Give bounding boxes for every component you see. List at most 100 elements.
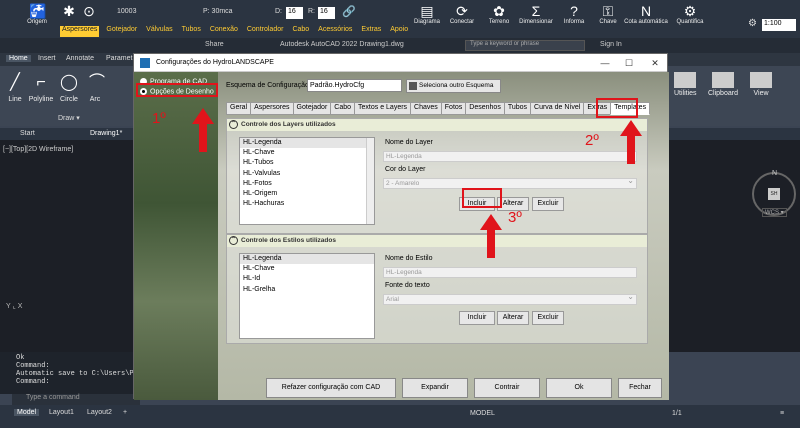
- style-name-field[interactable]: HL-Legenda: [383, 267, 637, 278]
- excluir-layer-button[interactable]: Excluir: [532, 197, 564, 211]
- cota-automatica-button[interactable]: N Cota automática: [624, 3, 668, 25]
- plugin-tab-aspersores[interactable]: Aspersores: [60, 26, 100, 37]
- search-input[interactable]: Type a keyword or phrase: [465, 40, 585, 51]
- tab-textos-layers[interactable]: Textos e Layers: [354, 102, 412, 115]
- tab-start[interactable]: Start: [20, 130, 35, 137]
- dimensionar-button[interactable]: Σ Dimensionar: [518, 3, 554, 25]
- viewcube-face[interactable]: SH: [768, 188, 780, 200]
- list-item[interactable]: HL-Grelha: [240, 285, 374, 295]
- tab-geral[interactable]: Geral: [226, 102, 252, 115]
- annotation-scale[interactable]: 1/1: [672, 410, 682, 417]
- tab-desenhos[interactable]: Desenhos: [465, 102, 505, 115]
- conectar-button[interactable]: ⟳ Conectar: [447, 3, 477, 25]
- tab-layout2[interactable]: Layout2: [84, 409, 115, 416]
- alterar-style-button[interactable]: Alterar: [497, 311, 529, 325]
- tab-fotos[interactable]: Fotos: [440, 102, 467, 115]
- clipboard-button[interactable]: Clipboard: [708, 72, 738, 97]
- plugin-tab-valvulas[interactable]: Válvulas: [144, 26, 174, 37]
- terreno-button[interactable]: ✿ Terreno: [484, 3, 514, 25]
- list-item[interactable]: HL-Valvulas: [240, 169, 374, 179]
- list-item[interactable]: HL-Hachuras: [240, 199, 374, 209]
- styles-list[interactable]: HL-Legenda HL-Chave HL-Id HL-Grelha: [239, 253, 375, 339]
- scrollbar[interactable]: [366, 138, 374, 224]
- tab-gotejador[interactable]: Gotejador: [292, 102, 332, 115]
- seleciona-esquema-button[interactable]: Seleciona outro Esquema: [406, 79, 501, 93]
- viewport-controls[interactable]: [−][Top][2D Wireframe]: [3, 146, 73, 153]
- draw-panel-label[interactable]: Draw ▾: [58, 114, 80, 122]
- list-item[interactable]: HL-Legenda: [240, 254, 374, 265]
- minimize-button[interactable]: —: [594, 56, 616, 70]
- maximize-button[interactable]: ☐: [618, 56, 640, 70]
- collapse-icon[interactable]: ⌃: [229, 120, 238, 129]
- collapse-icon[interactable]: ⌃: [229, 236, 238, 245]
- list-item[interactable]: HL-Id: [240, 274, 374, 284]
- gear-icon[interactable]: ⚙: [748, 18, 757, 29]
- tab-tubos[interactable]: Tubos: [503, 102, 532, 115]
- line-tool[interactable]: ╱ Line: [4, 72, 26, 103]
- close-button[interactable]: ✕: [644, 56, 666, 70]
- esquema-field[interactable]: Padrão.HydroCfg: [307, 79, 402, 92]
- d-field[interactable]: 16: [286, 7, 303, 19]
- list-item[interactable]: HL-Legenda: [240, 138, 374, 149]
- fechar-button[interactable]: Fechar: [618, 378, 662, 398]
- add-layout-button[interactable]: +: [120, 409, 130, 416]
- arc-tool[interactable]: ⌒ Arc: [86, 72, 105, 103]
- ok-button[interactable]: Ok: [546, 378, 612, 398]
- binoculars-button[interactable]: ⊙: [80, 3, 98, 19]
- model-toggle[interactable]: MODEL: [470, 410, 495, 417]
- pressure-label[interactable]: P: 30mca: [203, 8, 233, 15]
- quantifica-button[interactable]: ⚙ Quantifica: [672, 3, 708, 25]
- layers-group-header[interactable]: ⌃ Controle dos Layers utilizados: [227, 119, 647, 131]
- font-select[interactable]: Arial: [383, 292, 637, 305]
- share-button[interactable]: Share: [205, 41, 224, 48]
- tab-cabo[interactable]: Cabo: [330, 102, 356, 115]
- circle-tool[interactable]: ◯ Circle: [58, 72, 80, 103]
- tab-layout1[interactable]: Layout1: [46, 409, 77, 416]
- plugin-tab-conexao[interactable]: Conexão: [208, 26, 240, 37]
- tab-model[interactable]: Model: [14, 409, 40, 416]
- refazer-config-button[interactable]: Refazer configuração com CAD: [266, 378, 396, 398]
- menu-icon[interactable]: ≡: [780, 410, 784, 417]
- plugin-tab-apoio[interactable]: Apoio: [388, 26, 410, 37]
- layers-list[interactable]: HL-Legenda HL-Chave HL-Tubos HL-Valvulas…: [239, 137, 375, 225]
- styles-group-header[interactable]: ⌃ Controle dos Estilos utilizados: [227, 235, 647, 247]
- utilities-button[interactable]: Utilities: [674, 72, 697, 97]
- tab-aspersores[interactable]: Aspersores: [250, 102, 294, 115]
- tab-drawing1[interactable]: Drawing1*: [90, 130, 122, 137]
- sprinkler-button[interactable]: ✱: [60, 3, 78, 19]
- excluir-style-button[interactable]: Excluir: [532, 311, 564, 325]
- informa-button[interactable]: ? Informa: [560, 3, 588, 25]
- plugin-tab-cabo[interactable]: Cabo: [290, 26, 311, 37]
- r-field[interactable]: 16: [318, 7, 335, 19]
- tab-chaves[interactable]: Chaves: [410, 102, 442, 115]
- command-input[interactable]: Type a command: [12, 394, 140, 405]
- plugin-tab-acessorios[interactable]: Acessórios: [316, 26, 354, 37]
- tab-curva-nivel[interactable]: Curva de Nível: [530, 102, 585, 115]
- polyline-tool[interactable]: ⌐ Polyline: [26, 72, 56, 103]
- view-button[interactable]: View: [750, 72, 772, 97]
- list-item[interactable]: HL-Chave: [240, 148, 374, 158]
- plugin-tab-tubos[interactable]: Tubos: [180, 26, 203, 37]
- signin-link[interactable]: Sign In: [600, 41, 622, 48]
- tab-home[interactable]: Home: [6, 55, 31, 62]
- list-item[interactable]: HL-Fotos: [240, 179, 374, 189]
- link-icon[interactable]: 🔗: [342, 5, 356, 18]
- diagrama-button[interactable]: ▤ Diagrama: [412, 3, 442, 25]
- plugin-tab-gotejador[interactable]: Gotejador: [104, 26, 139, 37]
- chave-button[interactable]: ⚿ Chave: [596, 3, 620, 25]
- incluir-style-button[interactable]: Incluir: [459, 311, 495, 325]
- tab-insert[interactable]: Insert: [38, 55, 56, 62]
- layer-color-select[interactable]: 2 - Amarelo: [383, 176, 637, 189]
- tab-annotate[interactable]: Annotate: [66, 55, 94, 62]
- plugin-tab-controlador[interactable]: Controlador: [245, 26, 286, 37]
- layer-name-field[interactable]: HL-Legenda: [383, 151, 637, 162]
- contrair-button[interactable]: Contrair: [474, 378, 540, 398]
- origem-button[interactable]: 🚰 Origem: [26, 3, 48, 25]
- expandir-button[interactable]: Expandir: [402, 378, 468, 398]
- wcs-menu[interactable]: WCS ▾: [762, 208, 787, 217]
- list-item[interactable]: HL-Origem: [240, 189, 374, 199]
- list-item[interactable]: HL-Chave: [240, 264, 374, 274]
- list-item[interactable]: HL-Tubos: [240, 158, 374, 168]
- scale-field[interactable]: 1:100: [762, 19, 796, 31]
- plugin-tab-extras[interactable]: Extras: [359, 26, 383, 37]
